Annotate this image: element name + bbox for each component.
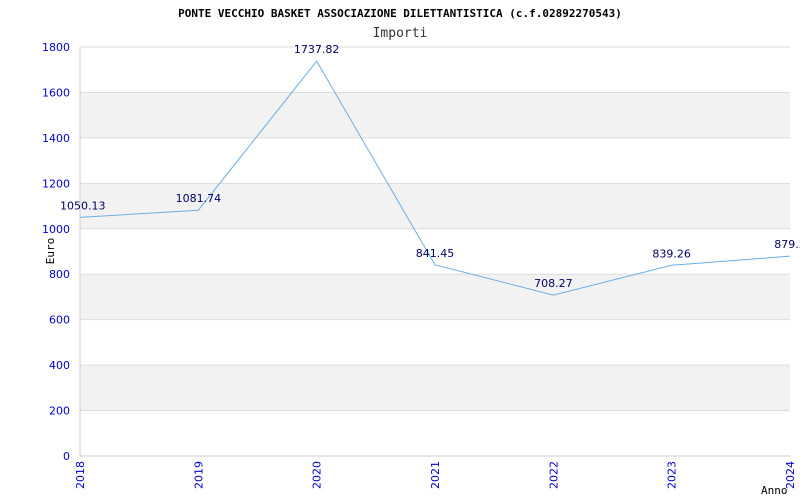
y-tick-label: 600 [49,314,70,327]
y-tick-label: 800 [49,268,70,281]
data-label: 1050.13 [60,199,106,212]
y-tick-label: 1000 [42,223,70,236]
y-tick-label: 1200 [42,177,70,190]
y-tick-label: 0 [63,450,70,463]
grid-band [80,183,790,229]
y-tick-label: 1800 [42,41,70,54]
data-label: 1081.74 [176,192,222,205]
x-axis-label: Anno [761,484,788,497]
x-tick-label: 2018 [74,461,87,489]
y-tick-label: 1400 [42,132,70,145]
grid-band [80,92,790,138]
chart-title: PONTE VECCHIO BASKET ASSOCIAZIONE DILETT… [178,7,622,20]
data-label: 879.5 [774,238,800,251]
y-axis-label: Euro [44,238,57,265]
data-label: 839.26 [652,247,691,260]
data-label: 708.27 [534,277,573,290]
x-tick-label: 2022 [547,461,560,489]
y-tick-label: 200 [49,405,70,418]
data-label: 1737.82 [294,43,340,56]
data-label: 841.45 [416,247,455,260]
grid-band [80,365,790,411]
y-tick-label: 1600 [42,86,70,99]
data-labels: 1050.13 1081.74 1737.82 841.45 708.27 839.26 8… [60,43,800,290]
chart-subtitle: Importi [373,26,428,41]
line-chart: PONTE VECCHIO BASKET ASSOCIAZIONE DILETT… [42,7,800,497]
x-tick-labels: 2018 2019 2020 2021 2022 2023 2024 [74,461,797,489]
x-tick-label: 2023 [666,461,679,489]
grid-band [80,274,790,320]
x-tick-label: 2019 [192,461,205,489]
x-tick-label: 2021 [429,461,442,489]
y-tick-label: 400 [49,359,70,372]
x-tick-label: 2020 [311,461,324,489]
